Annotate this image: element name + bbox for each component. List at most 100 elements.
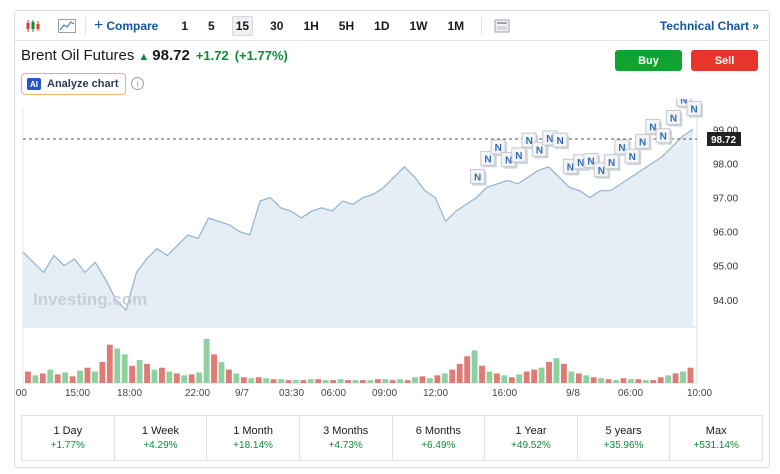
volume-bar [32, 375, 39, 383]
candlestick-chart-type-icon[interactable] [21, 15, 45, 37]
volume-bar [479, 365, 485, 383]
news-marker-label: N [639, 137, 646, 148]
interval-5h[interactable]: 5H [336, 17, 357, 35]
period-cell[interactable]: 1 Month +18.14% [207, 416, 300, 460]
period-change: +6.49% [421, 440, 456, 451]
interval-1m[interactable]: 1M [444, 17, 467, 35]
volume-bar [196, 372, 203, 383]
volume-bar [218, 361, 225, 383]
performance-periods: 1 Day +1.77% 1 Week +4.29% 1 Month +18.14% 3 M… [21, 415, 763, 461]
news-marker-label: N [587, 157, 594, 168]
volume-bar [486, 371, 493, 383]
fullscreen-icon[interactable] [490, 15, 514, 37]
news-marker-label: N [536, 145, 543, 156]
volume-bar [657, 377, 664, 383]
buy-button[interactable]: Buy [615, 50, 682, 71]
volume-bar [680, 371, 686, 383]
period-label: 1 Year [515, 425, 547, 437]
volume-bar [129, 365, 136, 383]
period-label: 3 Months [323, 425, 369, 437]
interval-15[interactable]: 15 [231, 15, 254, 36]
volume-bar [106, 344, 113, 383]
volume-bar [166, 371, 173, 383]
volume-bar [300, 380, 307, 383]
interval-selector: 1 5 15 30 1H 5H 1D 1W 1M [162, 15, 467, 36]
volume-bar [47, 369, 54, 383]
period-cell[interactable]: 5 years +35.96% [578, 416, 671, 460]
volume-bar [188, 374, 195, 383]
interval-1w[interactable]: 1W [406, 17, 430, 35]
volume-bar [151, 369, 158, 383]
volume-bar [374, 379, 381, 383]
volume-bar [226, 369, 232, 383]
volume-bar [144, 363, 150, 383]
x-tick-label: 06:00 [618, 388, 643, 399]
analyze-chart-label: Analyze chart [47, 78, 119, 90]
period-change: +18.14% [233, 440, 273, 451]
period-label: 1 Day [53, 425, 83, 437]
interval-1[interactable]: 1 [178, 17, 191, 35]
technical-chart-link[interactable]: Technical Chart » [660, 19, 759, 33]
volume-bar [69, 376, 76, 383]
period-change: +1.77% [50, 440, 85, 451]
period-label: Max [705, 425, 727, 437]
news-marker-label: N [598, 166, 605, 177]
ai-icon: AI [27, 78, 41, 90]
volume-bar [434, 375, 441, 383]
volume-bar [441, 373, 448, 383]
interval-5[interactable]: 5 [205, 17, 218, 35]
volume-bar [449, 369, 456, 383]
volume-bar [531, 369, 538, 383]
period-cell[interactable]: 1 Year +49.52% [485, 416, 578, 460]
investing-watermark: Investing.com [33, 290, 147, 309]
news-marker-label: N [505, 156, 512, 167]
volume-bar [583, 375, 590, 383]
volume-bar [352, 380, 359, 383]
period-cell[interactable]: 6 Months +6.49% [393, 416, 486, 460]
interval-1h[interactable]: 1H [300, 17, 321, 35]
news-marker-label: N [660, 132, 667, 143]
sell-button[interactable]: Sell [691, 50, 758, 71]
analyze-chart-button[interactable]: AI Analyze chart [21, 73, 126, 95]
volume-bar [285, 380, 292, 383]
volume-bar [330, 380, 337, 383]
news-marker-label: N [526, 136, 533, 147]
interval-1d[interactable]: 1D [371, 17, 392, 35]
volume-bar [620, 378, 627, 383]
volume-bar [92, 371, 98, 383]
x-tick-label: :00 [15, 388, 27, 399]
volume-bar [240, 377, 247, 383]
volume-bar [263, 378, 270, 383]
volume-bar [538, 367, 545, 383]
compare-button[interactable]: + Compare [94, 17, 158, 35]
volume-bar [389, 380, 396, 383]
price-chart[interactable]: Investing.com99.0098.0097.0096.0095.0094… [15, 99, 769, 399]
volume-bar [270, 379, 277, 383]
volume-bar [77, 370, 83, 383]
volume-bar [590, 377, 597, 383]
period-cell[interactable]: 1 Day +1.77% [22, 416, 115, 460]
chart-toolbar: + Compare 1 5 15 30 1H 5H 1D 1W 1M Technical Cha… [15, 11, 769, 41]
volume-bar [62, 372, 69, 383]
current-price-label: 98.72 [711, 135, 736, 146]
volume-bar [173, 373, 180, 383]
news-marker-label: N [567, 162, 574, 173]
volume-bar [516, 374, 523, 383]
period-cell[interactable]: Max +531.14% [670, 416, 762, 460]
volume-bar [99, 361, 106, 383]
interval-30[interactable]: 30 [267, 17, 286, 35]
x-tick-label: 9/8 [566, 388, 580, 399]
y-tick-label: 95.00 [713, 262, 738, 273]
period-cell[interactable]: 3 Months +4.73% [300, 416, 393, 460]
last-price: 98.72 [152, 47, 190, 64]
period-cell[interactable]: 1 Week +4.29% [115, 416, 208, 460]
news-marker-label: N [495, 143, 502, 154]
news-marker-label: N [474, 173, 481, 184]
area-chart-type-icon[interactable] [55, 15, 79, 37]
volume-bar [84, 367, 91, 383]
period-label: 5 years [605, 425, 642, 437]
period-change: +49.52% [511, 440, 551, 451]
x-tick-label: 12:00 [423, 388, 448, 399]
period-change: +531.14% [693, 440, 739, 451]
info-icon[interactable]: i [131, 77, 144, 90]
